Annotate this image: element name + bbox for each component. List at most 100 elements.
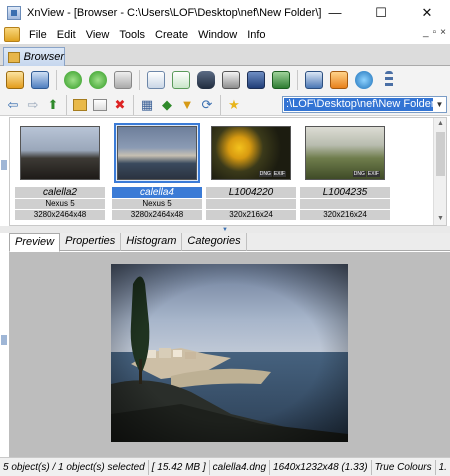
print-icon xyxy=(222,71,240,89)
thumbnail-item[interactable]: calella2 Nexus 5 3280x2464x48 xyxy=(15,123,105,221)
batch-convert-button[interactable] xyxy=(112,69,134,91)
filter-button[interactable]: ▼ xyxy=(178,96,196,114)
move-to-button[interactable] xyxy=(170,69,192,91)
menu-bar: File Edit View Tools Create Window Info … xyxy=(0,25,450,44)
status-filename: calella4.dng xyxy=(210,459,271,475)
maximize-button[interactable]: ☐ xyxy=(358,0,404,25)
menu-create[interactable]: Create xyxy=(150,29,193,41)
mdi-minimize-button[interactable]: _ xyxy=(423,27,429,38)
scroll-up-icon[interactable]: ▲ xyxy=(434,118,447,130)
thumbnail-name: calella2 xyxy=(15,187,105,198)
mdi-close-button[interactable]: × xyxy=(440,27,446,38)
forward-button[interactable]: ⇨ xyxy=(24,96,42,114)
move-icon xyxy=(172,71,190,89)
copy-to-button[interactable] xyxy=(145,69,167,91)
toolbar-separator xyxy=(56,70,57,90)
thumbnail-item-selected[interactable]: calella4 Nexus 5 3280x2464x48 xyxy=(112,123,202,221)
slideshow-button[interactable] xyxy=(270,69,292,91)
menu-window[interactable]: Window xyxy=(193,29,242,41)
scan-icon xyxy=(247,71,265,89)
thumbnail-name: calella4 xyxy=(112,187,202,198)
sort-button[interactable]: ◆ xyxy=(158,96,176,114)
thumbnail-dimensions: 3280x2464x48 xyxy=(112,210,202,220)
splitter[interactable]: ▼ xyxy=(0,226,450,233)
menu-view[interactable]: View xyxy=(81,29,115,41)
fullscreen-button[interactable] xyxy=(29,69,51,91)
back-button[interactable]: ⇦ xyxy=(4,96,22,114)
find-button[interactable] xyxy=(195,69,217,91)
more-tools-button[interactable] xyxy=(378,69,400,91)
document-menu-icon[interactable] xyxy=(4,27,20,42)
thumbnail-name: L1004220 xyxy=(206,187,296,198)
batch-icon xyxy=(114,71,132,89)
status-resolution: 1640x1232x48 (1.33) xyxy=(270,459,372,475)
thumbnail-item[interactable]: DNG EXIF L1004220 320x216x24 xyxy=(206,123,296,221)
exif-badge: EXIF xyxy=(272,171,286,177)
thumbnail-image xyxy=(20,126,100,180)
view-mode-button[interactable]: ▦ xyxy=(138,96,156,114)
address-bar[interactable]: :\LOF\Desktop\nef\New Folder\ ▼ xyxy=(282,96,447,113)
up-folder-button[interactable]: ⬆ xyxy=(44,96,62,114)
close-button[interactable]: ✕ xyxy=(404,0,450,25)
toolbar-separator xyxy=(139,70,140,90)
thumbnail-dimensions: 320x216x24 xyxy=(300,210,390,220)
scan-button[interactable] xyxy=(245,69,267,91)
view-mode-icon: ▦ xyxy=(140,96,154,112)
web-icon xyxy=(355,71,373,89)
thumbnail-name: L1004235 xyxy=(300,187,390,198)
thumbnail-image: DNG EXIF xyxy=(305,126,385,180)
browser-button[interactable] xyxy=(4,69,26,91)
tab-histogram[interactable]: Histogram xyxy=(121,233,183,251)
status-extra: 1. xyxy=(436,459,450,475)
delete-button[interactable]: ✖ xyxy=(111,96,129,114)
web-button[interactable] xyxy=(353,69,375,91)
window-title: XnView - [Browser - C:\Users\LOF\Desktop… xyxy=(27,6,322,19)
format-badges: DNG EXIF xyxy=(258,171,286,177)
rename-button[interactable] xyxy=(91,96,109,114)
menu-tools[interactable]: Tools xyxy=(114,29,150,41)
new-folder-icon xyxy=(73,98,87,111)
menu-info[interactable]: Info xyxy=(242,29,270,41)
mdi-restore-button[interactable]: ▫ xyxy=(433,27,437,38)
filter-icon: ▼ xyxy=(180,97,194,112)
comment-button[interactable] xyxy=(328,69,350,91)
back-icon: ⇦ xyxy=(7,96,19,112)
refresh-button[interactable]: ⟳ xyxy=(198,96,216,114)
edit-icon xyxy=(93,98,107,111)
minimize-button[interactable]: — xyxy=(312,0,358,25)
navigation-toolbar: ⇦ ⇨ ⬆ ✖ ▦ ◆ ▼ ⟳ ★ :\LOF\Desktop\nef\New … xyxy=(0,94,450,116)
left-panel-grip[interactable] xyxy=(1,160,7,170)
scrollbar-thumb[interactable] xyxy=(436,132,445,176)
thumbnail-dimensions: 3280x2464x48 xyxy=(15,210,105,220)
preview-photo xyxy=(111,264,348,442)
new-folder-button[interactable] xyxy=(71,96,89,114)
capture-icon xyxy=(305,71,323,89)
browser-icon xyxy=(6,71,24,89)
comment-icon xyxy=(330,71,348,89)
left-panel-grip[interactable] xyxy=(1,335,7,345)
tab-categories[interactable]: Categories xyxy=(182,233,247,251)
capture-button[interactable] xyxy=(303,69,325,91)
rotate-left-icon xyxy=(64,71,82,89)
menu-file[interactable]: File xyxy=(24,29,52,41)
tab-browser[interactable]: Browser xyxy=(3,47,65,66)
window-controls: — ☐ ✕ xyxy=(312,0,450,25)
document-tab-strip: Browser xyxy=(0,44,450,66)
favorites-button[interactable]: ★ xyxy=(225,96,243,114)
slideshow-icon xyxy=(272,71,290,89)
toolbar-separator xyxy=(66,94,67,115)
tab-preview[interactable]: Preview xyxy=(9,233,61,252)
status-colours: True Colours xyxy=(372,459,436,475)
menu-edit[interactable]: Edit xyxy=(52,29,81,41)
print-button[interactable] xyxy=(220,69,242,91)
tab-properties[interactable]: Properties xyxy=(60,233,122,251)
scroll-down-icon[interactable]: ▼ xyxy=(434,213,447,225)
thumbnail-scrollbar[interactable]: ▲ ▼ xyxy=(433,118,446,225)
thumbnail-item[interactable]: DNG EXIF L1004235 320x216x24 xyxy=(300,123,390,221)
rotate-right-button[interactable] xyxy=(87,69,109,91)
chevron-down-icon[interactable]: ▼ xyxy=(433,97,446,112)
dng-badge: DNG xyxy=(352,171,366,177)
thumbnail-camera: Nexus 5 xyxy=(112,199,202,209)
toolbar-separator xyxy=(297,70,298,90)
rotate-left-button[interactable] xyxy=(62,69,84,91)
